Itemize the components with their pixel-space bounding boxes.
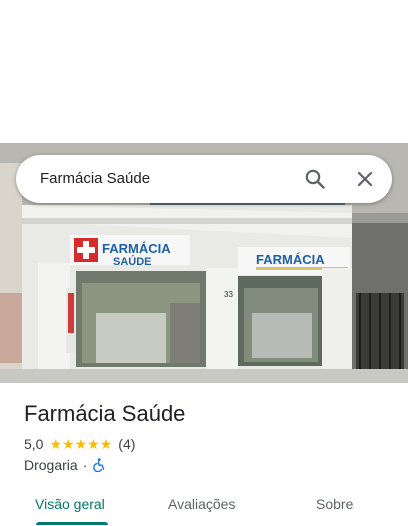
search-input[interactable]: Farmácia Saúde [40, 170, 150, 187]
star-icon: ★ [49, 436, 63, 452]
place-tabs: Visão geral Avaliações Sobre [0, 486, 408, 526]
sign-left-line1: FARMÁCIA [102, 241, 171, 256]
review-count[interactable]: (4) [118, 436, 135, 452]
star-rating: ★ ★ ★ ★ ★ [49, 437, 112, 451]
search-icon [305, 169, 325, 189]
sign-right: FARMÁCIA [256, 252, 325, 267]
search-bar[interactable]: Farmácia Saúde [16, 155, 392, 203]
star-icon: ★ [74, 436, 88, 452]
category-row: Drogaria · [24, 457, 106, 473]
tab-about[interactable]: Sobre [316, 496, 353, 512]
sign-left-line2: SAÚDE [113, 255, 152, 268]
tab-reviews[interactable]: Avaliações [168, 496, 235, 512]
star-icon: ★ [87, 436, 100, 452]
place-title: Farmácia Saúde [24, 401, 186, 426]
search-button[interactable] [300, 164, 330, 194]
close-icon [357, 171, 373, 187]
place-category[interactable]: Drogaria [24, 457, 78, 473]
map-blank-area [0, 0, 408, 143]
rating-row[interactable]: 5,0 ★ ★ ★ ★ ★ (4) [24, 436, 135, 452]
street-number: 33 [224, 290, 233, 299]
active-tab-indicator [36, 522, 108, 525]
wheelchair-icon [92, 458, 106, 472]
separator-dot: · [82, 457, 88, 473]
clear-search-button[interactable] [350, 164, 380, 194]
star-icon: ★ [62, 436, 75, 452]
tab-overview[interactable]: Visão geral [35, 496, 105, 512]
star-icon: ★ [99, 436, 113, 452]
rating-value: 5,0 [24, 436, 44, 452]
